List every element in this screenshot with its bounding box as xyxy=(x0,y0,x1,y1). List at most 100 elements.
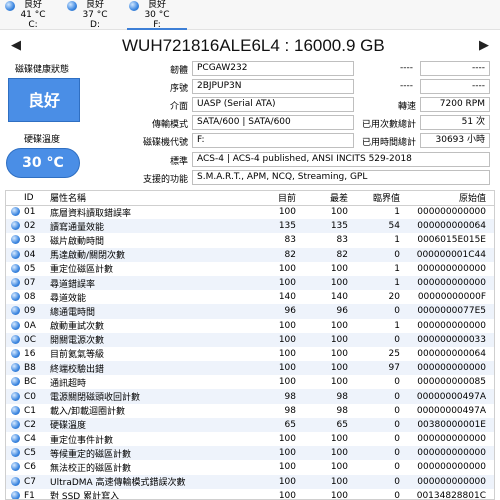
table-row[interactable]: C4 重定位事件計數 100 100 0 000000000000 xyxy=(6,432,494,446)
column-header-raw[interactable]: 原始值 xyxy=(406,191,494,206)
raw-value: 0000000077E5 xyxy=(406,304,494,319)
column-header-threshold[interactable]: 臨界值 xyxy=(354,191,406,206)
current-value: 82 xyxy=(250,247,302,262)
status-dot-icon xyxy=(10,278,20,288)
current-value: 98 xyxy=(284,405,296,416)
threshold-value: 0 xyxy=(394,490,400,500)
table-row[interactable]: C7 UltraDMA 高速傳輸模式錯誤次數 100 100 0 000000000000 xyxy=(6,474,494,489)
power-on-hours-label: 已用時間總計 xyxy=(361,138,416,148)
table-row[interactable]: 02 讀寫通量效能 135 135 54 000000000064 xyxy=(6,219,494,234)
disk-tab-c[interactable]: 良好 41 °C C: xyxy=(3,0,63,30)
threshold-value: 1 xyxy=(394,235,400,246)
threshold-value: 0 xyxy=(354,332,406,347)
previous-disk-icon[interactable]: ◀ xyxy=(8,38,24,54)
current-value: 98 xyxy=(250,389,302,404)
current-value: 100 xyxy=(278,348,296,359)
worst-value: 100 xyxy=(302,474,354,489)
table-row[interactable]: 01 底層資料讀取錯誤率 100 100 1 000000000000 xyxy=(6,205,494,219)
attribute-name: 總通電時間 xyxy=(50,304,250,319)
features-label: 支援的功能 xyxy=(142,175,188,185)
attribute-id: C1 xyxy=(24,405,37,416)
table-row[interactable]: 03 磁片啟動時間 83 83 1 0006015E015E xyxy=(6,233,494,247)
table-row[interactable]: 09 總通電時間 96 96 0 0000000077E5 xyxy=(6,304,494,319)
disk-tab-d[interactable]: 良好 37 °C D: xyxy=(65,0,125,30)
attribute-name: 磁片啟動時間 xyxy=(50,236,105,247)
health-status-badge[interactable]: 良好 xyxy=(8,78,80,122)
table-row[interactable]: F1 對 SSD 累計寫入 100 100 0 00134828801C xyxy=(6,489,494,500)
column-header-attribute[interactable]: 屬性名稱 xyxy=(50,191,250,206)
table-row[interactable]: 16 目前氦氣等級 100 100 25 000000000064 xyxy=(6,347,494,361)
disk-letter: C: xyxy=(28,20,38,30)
worst-value: 100 xyxy=(330,207,348,218)
column-header-worst[interactable]: 最差 xyxy=(302,191,354,206)
current-value: 65 xyxy=(250,417,302,432)
serial-label: 序號 xyxy=(169,84,188,94)
raw-value: 000000000000 xyxy=(406,275,494,291)
disk-temp: 37 °C xyxy=(82,10,108,20)
current-value: 100 xyxy=(250,361,302,376)
table-row[interactable]: 0C 開關電源次數 100 100 0 000000000033 xyxy=(6,332,494,347)
threshold-value: 20 xyxy=(388,292,400,303)
current-value: 100 xyxy=(250,275,302,291)
threshold-value: 0 xyxy=(394,377,400,388)
firmware-label: 韌體 xyxy=(169,66,188,76)
worst-value: 100 xyxy=(330,490,348,500)
threshold-value: 0 xyxy=(394,462,400,473)
temperature-label: 硬碟溫度 xyxy=(23,135,60,145)
page-title: WUH721816ALE6L4 : 16000.9 GB xyxy=(122,36,385,55)
table-row[interactable]: BC 通訊超時 100 100 0 000000000085 xyxy=(6,375,494,389)
table-row[interactable]: C2 硬碟溫度 65 65 0 00380000001E xyxy=(6,417,494,432)
smart-attributes-table[interactable]: ID 屬性名稱 目前 最差 臨界值 原始值 01 底層資料讀取錯誤率 100 100 1… xyxy=(5,190,495,500)
standard-value: ACS-4 | ACS-4 published, ANSI INCITS 529… xyxy=(192,152,490,167)
raw-value: 000000000033 xyxy=(406,332,494,347)
current-value: 96 xyxy=(250,304,302,319)
temperature-badge[interactable]: 30 °C xyxy=(6,148,80,178)
table-row[interactable]: C1 載入/卸載迴圈計數 98 98 0 00000000497A xyxy=(6,404,494,418)
attribute-id: 03 xyxy=(24,235,36,246)
raw-value: 000000000000 xyxy=(406,446,494,461)
threshold-value: 0 xyxy=(354,446,406,461)
current-value: 83 xyxy=(284,235,296,246)
worst-value: 135 xyxy=(302,219,354,234)
current-value: 100 xyxy=(278,207,296,218)
status-dot-icon xyxy=(10,377,20,387)
disk-tab-f[interactable]: 良好 30 °C F: xyxy=(127,0,187,30)
threshold-value: 25 xyxy=(388,348,400,359)
table-row[interactable]: 04 馬達啟動/關閉次數 82 82 0 000000001C44 xyxy=(6,247,494,262)
status-dot-icon xyxy=(10,334,20,344)
table-row[interactable]: 07 尋道錯誤率 100 100 1 000000000000 xyxy=(6,275,494,291)
table-row[interactable]: 05 重定位磁區計數 100 100 1 000000000000 xyxy=(6,262,494,276)
threshold-value: 0 xyxy=(394,405,400,416)
table-row[interactable]: C0 電源關閉磁頭收回計數 98 98 0 00000000497A xyxy=(6,389,494,404)
status-dot-icon xyxy=(67,1,77,11)
attribute-name: 馬達啟動/關閉次數 xyxy=(50,247,250,262)
worst-value: 140 xyxy=(330,292,348,303)
raw-value: 0006015E015E xyxy=(417,235,486,246)
table-row[interactable]: C6 無法校正的磁區計數 100 100 0 000000000000 xyxy=(6,460,494,474)
attribute-id: 0C xyxy=(24,332,50,347)
attribute-name: 硬碟溫度 xyxy=(50,417,250,432)
next-disk-icon[interactable]: ▶ xyxy=(476,38,492,54)
table-row[interactable]: B8 終端校驗出錯 100 100 97 000000000000 xyxy=(6,361,494,376)
column-header-current[interactable]: 目前 xyxy=(250,191,302,206)
disk-selector-bar: 良好 41 °C C: 良好 37 °C D: 良好 30 °C F: xyxy=(0,0,500,30)
worst-value: 83 xyxy=(336,235,348,246)
attribute-id: 16 xyxy=(24,348,36,359)
attribute-name: 對 SSD 累計寫入 xyxy=(50,492,120,500)
column-header-id[interactable]: ID xyxy=(24,191,50,206)
table-row[interactable]: C5 等候重定的磁區計數 100 100 0 000000000000 xyxy=(6,446,494,461)
attribute-id: 05 xyxy=(24,263,36,274)
attribute-name: 啟動重試次數 xyxy=(50,322,105,333)
threshold-value: 1 xyxy=(394,207,400,218)
attribute-name: 重定位磁區計數 xyxy=(50,265,114,276)
worst-value: 100 xyxy=(330,377,348,388)
threshold-value: 1 xyxy=(394,263,400,274)
attribute-name: 載入/卸載迴圈計數 xyxy=(50,407,126,418)
current-value: 135 xyxy=(250,219,302,234)
table-row[interactable]: 0A 啟動重試次數 100 100 1 000000000000 xyxy=(6,319,494,333)
attribute-name: 終端校驗出錯 xyxy=(50,361,250,376)
current-value: 100 xyxy=(278,462,296,473)
table-row[interactable]: 08 尋道效能 140 140 20 00000000000F xyxy=(6,290,494,304)
threshold-value: 0 xyxy=(354,474,406,489)
info-blank-2b: ---- xyxy=(420,79,490,94)
